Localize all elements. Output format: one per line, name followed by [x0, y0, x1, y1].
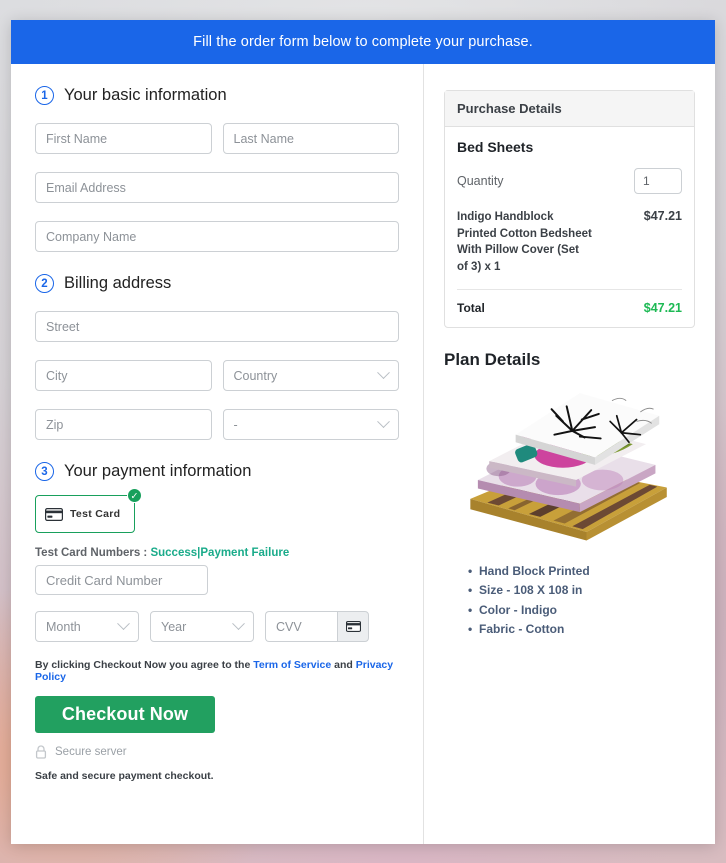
expiry-month-select[interactable]: Month — [35, 611, 139, 642]
chevron-down-icon — [232, 617, 245, 631]
quantity-input[interactable]: 1 — [634, 168, 682, 194]
list-item: Hand Block Printed — [468, 562, 695, 582]
city-country-row: City Country — [35, 360, 399, 391]
city-input[interactable]: City — [35, 360, 212, 391]
chevron-down-icon — [117, 617, 130, 631]
success-card-link[interactable]: Success — [150, 547, 197, 559]
term-of-service-link[interactable]: Term of Service — [253, 659, 331, 671]
secure-server-text: Secure server — [55, 746, 127, 758]
test-card-hint-prefix: Test Card Numbers : — [35, 547, 148, 559]
test-card-numbers-hint: Test Card Numbers : Success|Payment Fail… — [35, 547, 399, 559]
step-2-heading: 2 Billing address — [35, 274, 399, 293]
company-row: Company Name — [35, 221, 399, 252]
state-select-value: - — [233, 417, 238, 432]
credit-card-icon — [345, 621, 361, 632]
expiry-cvv-row: Month Year CVV — [35, 611, 399, 642]
line-item-description: Indigo Handblock Printed Cotton Bedsheet… — [457, 211, 592, 274]
total-divider — [457, 288, 682, 290]
street-input[interactable]: Street — [35, 311, 399, 342]
step-1-heading: 1 Your basic information — [35, 86, 399, 105]
list-item: Color - Indigo — [468, 601, 695, 621]
list-item: Fabric - Cotton — [468, 620, 695, 640]
line-item-price: $47.21 — [643, 209, 682, 223]
checkout-now-button[interactable]: Checkout Now — [35, 696, 215, 733]
banner-text: Fill the order form below to complete yo… — [193, 34, 533, 50]
purchase-details-panel: Purchase Details Bed Sheets Quantity 1 I… — [444, 90, 695, 328]
plan-details-title: Plan Details — [444, 349, 541, 369]
test-card-tile-label: Test Card — [70, 508, 121, 520]
zip-input[interactable]: Zip — [35, 409, 212, 440]
first-name-input[interactable]: First Name — [35, 123, 212, 154]
last-name-input[interactable]: Last Name — [222, 123, 399, 154]
terms-prefix: By clicking Checkout Now you agree to th… — [35, 659, 251, 671]
check-circle-icon: ✓ — [127, 488, 142, 503]
checkout-card: Fill the order form below to complete yo… — [11, 20, 715, 844]
cvv-input[interactable]: CVV — [265, 611, 337, 642]
purchase-details-title: Purchase Details — [445, 91, 694, 127]
lock-icon — [35, 745, 47, 759]
total-value: $47.21 — [643, 300, 682, 315]
name-row: First Name Last Name — [35, 123, 399, 154]
bed-sheets-product-photo — [470, 392, 667, 541]
email-input[interactable]: Email Address — [35, 172, 399, 203]
chevron-down-icon — [377, 415, 390, 429]
chevron-down-icon — [377, 366, 390, 380]
credit-card-icon — [45, 507, 63, 521]
expiry-month-value: Month — [46, 619, 81, 634]
purchase-details-body: Bed Sheets Quantity 1 Indigo Handblock P… — [445, 127, 694, 327]
step-1-title: Your basic information — [64, 86, 227, 104]
quantity-label: Quantity — [457, 174, 504, 188]
line-item-row: Indigo Handblock Printed Cotton Bedsheet… — [457, 209, 682, 276]
plan-feature-list: Hand Block Printed Size - 108 X 108 in C… — [468, 562, 695, 640]
total-row: Total $47.21 — [457, 301, 682, 315]
order-form-column: 1 Your basic information First Name Last… — [11, 64, 423, 844]
country-select[interactable]: Country — [222, 360, 399, 391]
step-2-number: 2 — [35, 274, 54, 293]
country-select-value: Country — [233, 368, 278, 383]
zip-state-row: Zip - — [35, 409, 399, 440]
test-card-method-tile[interactable]: Test Card ✓ — [35, 488, 142, 533]
step-3-number: 3 — [35, 462, 54, 481]
card-body: 1 Your basic information First Name Last… — [11, 64, 715, 844]
street-row: Street — [35, 311, 399, 342]
secure-server-row: Secure server — [35, 745, 399, 759]
quantity-row: Quantity 1 — [457, 168, 682, 194]
step-1-number: 1 — [35, 86, 54, 105]
cvv-help-button[interactable] — [337, 611, 369, 642]
summary-column: Purchase Details Bed Sheets Quantity 1 I… — [424, 64, 715, 844]
step-3-heading: 3 Your payment information — [35, 462, 399, 481]
company-input[interactable]: Company Name — [35, 221, 399, 252]
credit-card-number-input[interactable]: Credit Card Number — [35, 565, 208, 595]
email-row: Email Address — [35, 172, 399, 203]
terms-and: and — [334, 659, 353, 671]
state-select[interactable]: - — [222, 409, 399, 440]
safe-checkout-text: Safe and secure payment checkout. — [35, 770, 214, 782]
step-2-title: Billing address — [64, 274, 172, 292]
step-3-title: Your payment information — [64, 462, 252, 480]
expiry-year-select[interactable]: Year — [150, 611, 254, 642]
terms-agreement-text: By clicking Checkout Now you agree to th… — [35, 659, 399, 683]
product-name: Bed Sheets — [457, 139, 534, 155]
instruction-banner: Fill the order form below to complete yo… — [11, 20, 715, 64]
cvv-group: CVV — [265, 611, 369, 642]
list-item: Size - 108 X 108 in — [468, 581, 695, 601]
expiry-year-value: Year — [161, 619, 187, 634]
total-label: Total — [457, 300, 485, 315]
payment-failure-card-link[interactable]: Payment Failure — [200, 547, 289, 559]
